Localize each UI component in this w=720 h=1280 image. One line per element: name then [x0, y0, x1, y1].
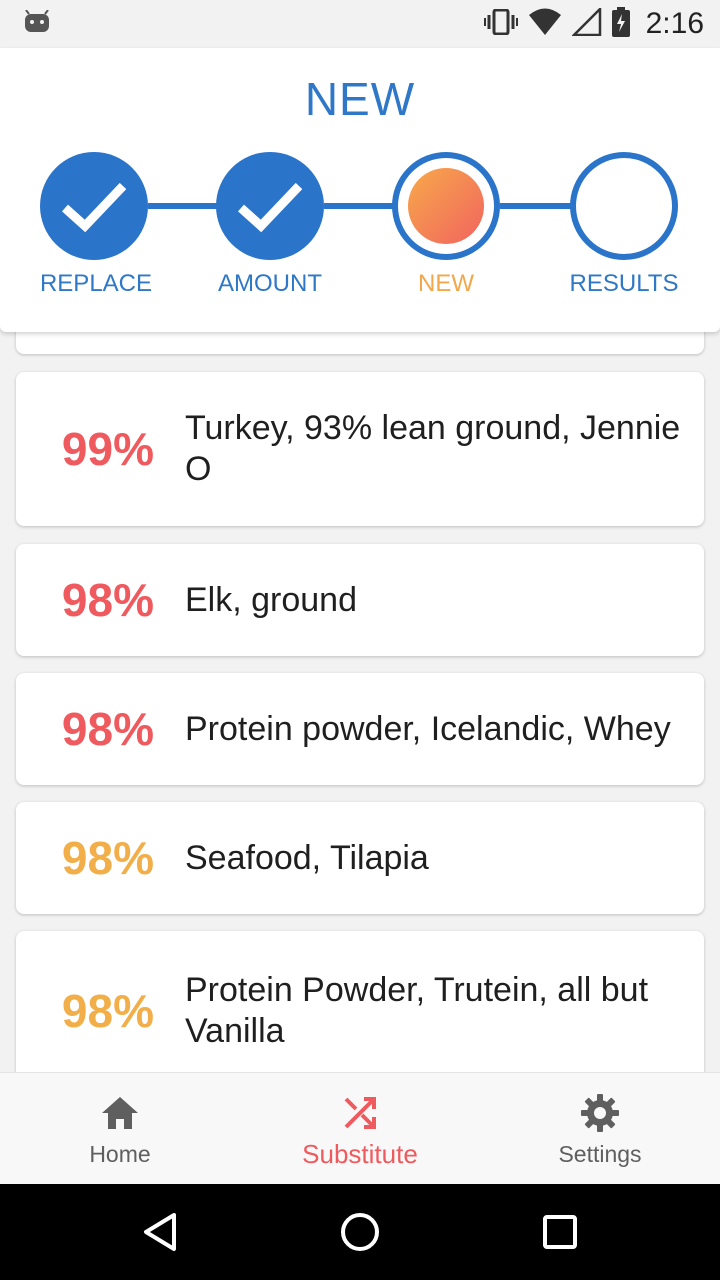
- list-item[interactable]: 98% Protein Powder, Trutein, all but Van…: [16, 931, 704, 1072]
- list-item[interactable]: 98% Protein powder, Icelandic, Whey: [16, 673, 704, 785]
- list-item[interactable]: 99% Turkey, 93% lean ground, Jennie O: [16, 372, 704, 526]
- step-label-amount: AMOUNT: [218, 270, 322, 297]
- step-label-replace: REPLACE: [39, 270, 153, 297]
- food-name: Elk, ground: [185, 580, 357, 619]
- checkmark-icon: [237, 182, 303, 233]
- recents-icon[interactable]: [540, 1212, 580, 1252]
- nav-home[interactable]: Home: [0, 1073, 240, 1185]
- system-navigation-bar: [0, 1184, 720, 1280]
- step-label-new: NEW: [418, 270, 474, 297]
- step-new[interactable]: [392, 152, 500, 260]
- step-connector: [324, 203, 396, 209]
- results-list[interactable]: 99% Turkey, 93% lean ground, Jennie O 98…: [0, 332, 720, 1072]
- food-name: Protein Powder, Trutein, all but Vanilla: [185, 971, 649, 1050]
- back-icon[interactable]: [140, 1212, 180, 1252]
- status-time: 2:16: [645, 7, 704, 40]
- status-bar: 2:16: [0, 0, 720, 48]
- step-connector: [148, 203, 218, 209]
- battery-charging-icon: [611, 6, 630, 42]
- match-percent: 98%: [61, 985, 154, 1037]
- nav-label-home: Home: [89, 1141, 151, 1167]
- current-step-dot: [408, 168, 484, 244]
- match-percent: 99%: [61, 423, 154, 475]
- match-percent: 98%: [61, 703, 154, 755]
- nav-label-settings: Settings: [558, 1141, 642, 1167]
- status-icons: 2:16: [483, 5, 704, 42]
- page-title: NEW: [304, 73, 416, 125]
- list-item[interactable]: 98% Elk, ground: [16, 544, 704, 656]
- match-percent: 98%: [61, 832, 154, 884]
- step-amount[interactable]: [216, 152, 324, 260]
- gear-icon: [580, 1093, 620, 1133]
- android-debug-icon: [24, 8, 50, 39]
- food-name: Protein powder, Icelandic, Whey: [185, 709, 671, 748]
- shuffle-icon: [342, 1093, 378, 1133]
- list-item[interactable]: [16, 332, 704, 354]
- food-name: Turkey, 93% lean ground, Jennie O: [185, 409, 681, 488]
- stepper-header: NEW REPLACE AMOUNT NEW RESULTS: [0, 48, 720, 332]
- food-name: Seafood, Tilapia: [185, 838, 429, 877]
- nav-label-substitute: Substitute: [302, 1139, 418, 1169]
- nav-substitute[interactable]: Substitute: [240, 1073, 480, 1185]
- step-replace[interactable]: [40, 152, 148, 260]
- checkmark-icon: [61, 182, 127, 233]
- signal-icon: [570, 5, 602, 41]
- vibrate-icon: [483, 8, 518, 40]
- list-item[interactable]: 98% Seafood, Tilapia: [16, 802, 704, 914]
- nav-settings[interactable]: Settings: [480, 1073, 720, 1185]
- match-percent: 98%: [61, 574, 154, 626]
- home-circle-icon[interactable]: [340, 1212, 380, 1252]
- step-connector: [500, 203, 574, 209]
- home-icon: [100, 1093, 140, 1133]
- bottom-navigation: Home Substitute Settings: [0, 1072, 720, 1184]
- step-results[interactable]: [570, 152, 678, 260]
- step-label-results: RESULTS: [569, 270, 679, 297]
- wifi-icon: [528, 8, 562, 41]
